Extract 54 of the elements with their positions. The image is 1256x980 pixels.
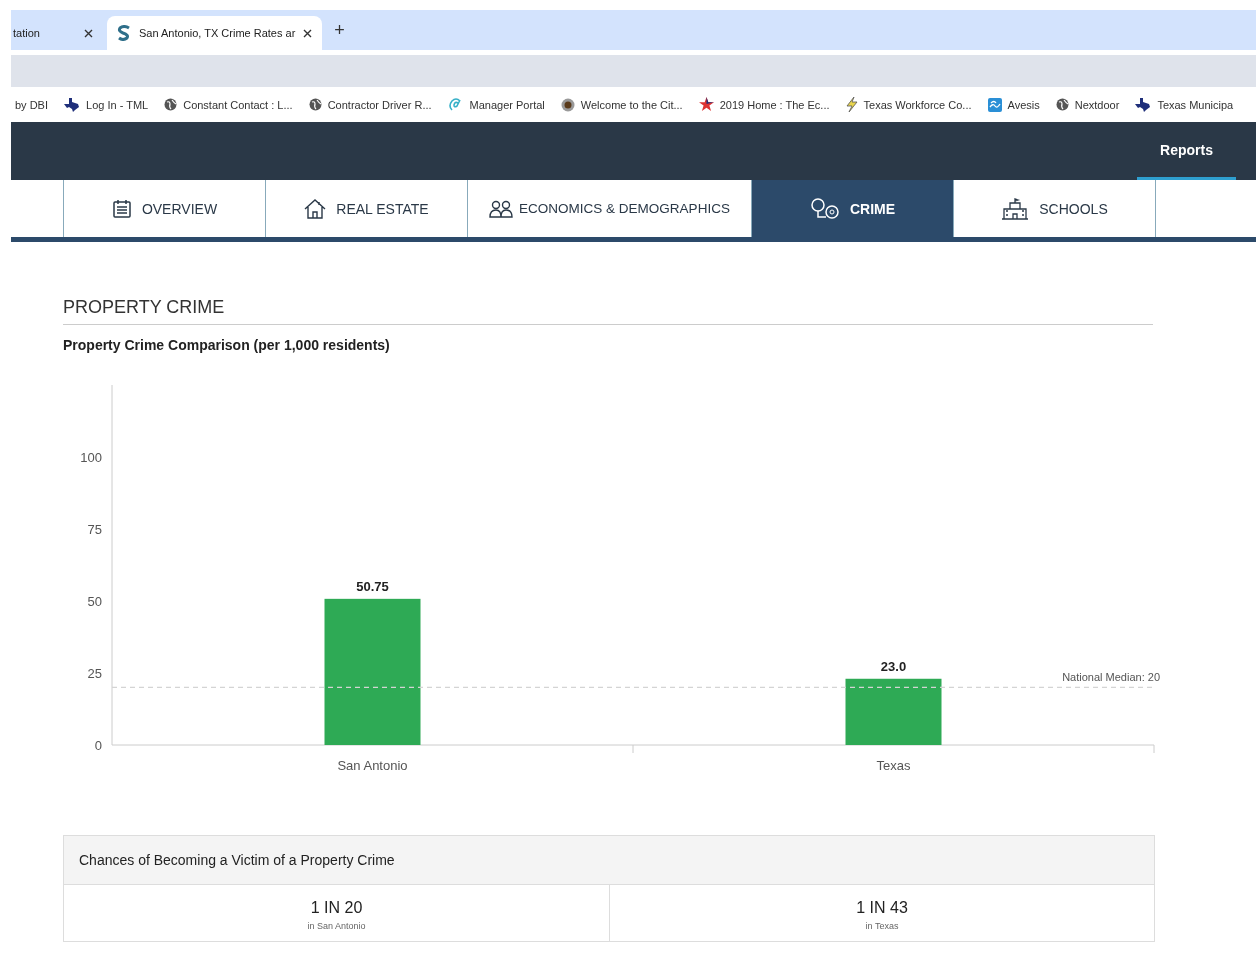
texas-shape-icon <box>64 97 80 112</box>
bookmark-item[interactable]: Log In - TML <box>64 97 149 112</box>
handcuffs-icon <box>809 196 840 221</box>
bar-value-label: 50.75 <box>356 578 389 594</box>
section-tab[interactable]: CRIME <box>751 180 953 237</box>
wave-logo-icon <box>987 97 1002 112</box>
texas-shape-icon <box>1135 97 1152 112</box>
section-tab[interactable]: REAL ESTATE <box>265 180 467 237</box>
people-icon <box>489 199 514 218</box>
bookmark-item[interactable]: Contractor Driver R... <box>308 98 432 111</box>
new-tab-button[interactable]: + <box>326 19 353 41</box>
browser-tab[interactable]: San Antonio, TX Crime Rates ar <box>107 16 323 50</box>
browser-tab[interactable]: tation <box>11 16 103 50</box>
bookmark-item[interactable]: Texas Workforce Co... <box>845 97 972 112</box>
axis-tick-label: 25 <box>87 666 102 681</box>
star-icon <box>698 97 714 112</box>
axis-tick-label: 100 <box>80 450 102 465</box>
section-tab[interactable]: OVERVIEW <box>63 180 265 237</box>
chart-title: Property Crime Comparison (per 1,000 residents) <box>63 337 391 353</box>
close-icon[interactable] <box>303 28 313 38</box>
house-icon <box>304 198 327 219</box>
at-sign-icon <box>447 97 464 112</box>
calendar-icon <box>111 198 132 219</box>
lightning-icon <box>845 97 858 112</box>
bookmark-item[interactable]: Avesis <box>987 97 1040 112</box>
globe-icon <box>1055 98 1069 111</box>
axis-tick-label: 50 <box>87 594 102 609</box>
bookmark-item[interactable]: Nextdoor <box>1055 98 1120 111</box>
seal-icon <box>560 97 575 112</box>
odds-value: 1 IN 20 <box>309 899 364 917</box>
bookmark-item[interactable]: Texas Municipa <box>1135 97 1234 112</box>
panel-title: Chances of Becoming a Victim of a Property Crime <box>64 836 1154 885</box>
category-label: Texas <box>876 758 911 773</box>
section-tab[interactable]: SCHOOLS <box>953 180 1156 237</box>
globe-icon <box>164 98 178 111</box>
close-icon[interactable] <box>84 28 93 38</box>
odds-place: in San Antonio <box>306 921 367 931</box>
bar-value-label: 23.0 <box>880 658 907 674</box>
axis-tick-label: 75 <box>87 522 102 537</box>
section-heading: PROPERTY CRIME <box>63 297 1153 325</box>
site-logo-icon <box>117 25 131 41</box>
odds-value: 1 IN 43 <box>855 899 909 917</box>
globe-icon <box>308 98 322 111</box>
category-label: San Antonio <box>337 758 408 773</box>
bookmark-item[interactable]: Manager Portal <box>447 97 545 112</box>
bookmark-item[interactable]: Welcome to the Cit... <box>560 97 683 112</box>
bookmark-item[interactable]: 2019 Home : The Ec... <box>698 97 830 112</box>
bookmark-item[interactable]: Constant Contact : L... <box>164 98 293 111</box>
bookmark-item[interactable]: by DBI <box>15 98 48 111</box>
odds-place: in Texas <box>864 921 900 931</box>
school-building-icon <box>1001 197 1030 220</box>
nav-link[interactable]: Reports <box>1137 122 1236 180</box>
median-label: National Median: 20 <box>1062 671 1160 684</box>
axis-tick-label: 0 <box>94 738 102 753</box>
